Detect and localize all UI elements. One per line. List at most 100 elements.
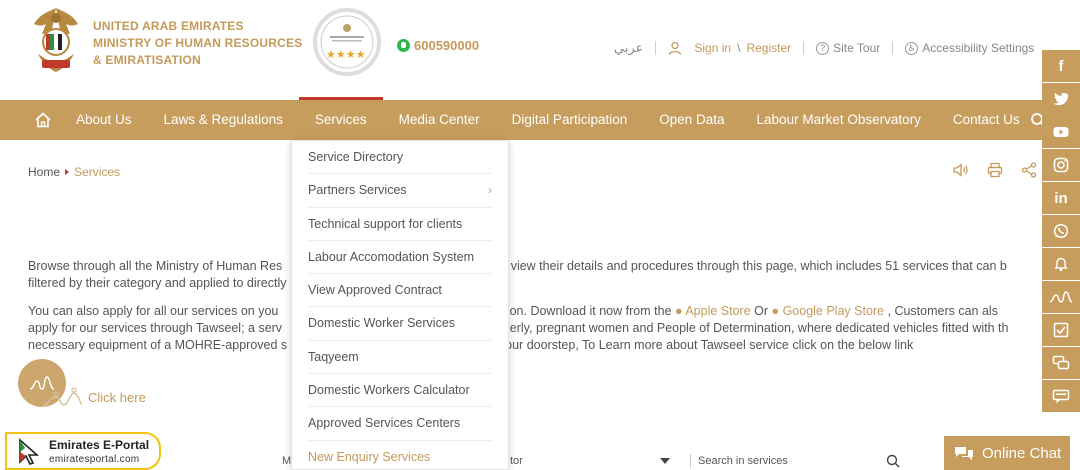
nav-contact-us[interactable]: Contact Us — [937, 100, 1036, 140]
google-play-link[interactable]: Google Play Store — [783, 304, 884, 318]
text-fragment: ation. Download it now from the — [496, 304, 672, 318]
services-search-input[interactable]: Search in services — [698, 455, 788, 467]
intro-paragraph: Browse through all the Ministry of Human… — [28, 258, 1048, 292]
whatsapp-phone[interactable]: 600590000 — [397, 38, 479, 53]
menu-item-new-enquiry-services[interactable]: New Enquiry Services — [308, 441, 492, 470]
chat-bubbles-icon — [955, 447, 973, 460]
site-tour-link[interactable]: Site Tour — [833, 41, 880, 55]
uae-emblem-logo[interactable] — [28, 4, 84, 76]
svg-text:★★★★: ★★★★ — [326, 48, 366, 61]
bell-icon[interactable] — [1042, 248, 1080, 280]
top-links: عربي Sign in \ Register ? Site Tour ♿ Ac… — [614, 40, 1034, 56]
twitter-icon[interactable] — [1042, 83, 1080, 115]
text-fragment: lderly, pregnant women and People of Det… — [500, 321, 1009, 335]
intro-line-1: Browse through all the Ministry of Human… — [28, 258, 1048, 275]
stars-rating-logo: ★★★★ — [313, 8, 381, 76]
divider — [892, 41, 894, 55]
whatsapp-icon — [397, 39, 410, 52]
chevron-right-icon: › — [488, 183, 492, 198]
print-icon[interactable] — [987, 162, 1003, 178]
header: UNITED ARAB EMIRATES MINISTRY OF HUMAN R… — [0, 0, 1080, 100]
social-sidebar: f in — [1042, 50, 1080, 413]
breadcrumb-home[interactable]: Home — [28, 165, 60, 179]
apple-icon: ● — [674, 304, 683, 318]
youtube-icon[interactable] — [1042, 116, 1080, 148]
menu-item-labour-accomodation[interactable]: Labour Accomodation System — [308, 241, 492, 275]
apps-paragraph: You can also apply for all our services … — [28, 303, 1048, 354]
breadcrumb-arrow-icon — [65, 169, 70, 175]
menu-item-domestic-worker-services[interactable]: Domestic Worker Services — [308, 307, 492, 341]
linkedin-icon[interactable]: in — [1042, 182, 1080, 214]
apps-line-1: You can also apply for all our services … — [28, 303, 1048, 320]
divider — [690, 454, 691, 468]
divider — [655, 41, 657, 55]
click-here-link[interactable]: Click here — [88, 390, 146, 405]
speaker-icon[interactable] — [953, 163, 969, 177]
text-fragment: Browse through all the Ministry of Human… — [28, 259, 283, 273]
ministry-line-2: MINISTRY OF HUMAN RESOURCES — [93, 36, 303, 50]
nav-media-center[interactable]: Media Center — [383, 100, 496, 140]
whatsapp-share-icon[interactable] — [1042, 215, 1080, 247]
nav-digital-participation[interactable]: Digital Participation — [496, 100, 644, 140]
page-tools — [953, 162, 1037, 178]
menu-item-taqyeem[interactable]: Taqyeem — [308, 341, 492, 375]
register-link[interactable]: Register — [746, 41, 791, 55]
user-icon — [669, 41, 682, 55]
text-fragment: apply for our services through Tawseel; … — [28, 321, 283, 335]
slash-separator: \ — [737, 41, 741, 55]
phone-number: 600590000 — [414, 38, 480, 53]
text-fragment: d view their details and procedures thro… — [500, 259, 1007, 273]
nav-about-us[interactable]: About Us — [60, 100, 148, 140]
apps-line-3: necessary equipment of a MOHRE-approved … — [28, 337, 1048, 354]
caret-down-icon[interactable] — [660, 458, 670, 464]
home-nav-button[interactable] — [0, 100, 60, 140]
menu-item-domestic-workers-calculator[interactable]: Domestic Workers Calculator — [308, 374, 492, 408]
text-fragment: You can also apply for all our services … — [28, 304, 279, 318]
nav-labour-market-observatory[interactable]: Labour Market Observatory — [741, 100, 937, 140]
breadcrumb-current: Services — [74, 165, 121, 179]
accessibility-icon: ♿ — [905, 41, 919, 55]
apps-line-2: apply for our services through Tawseel; … — [28, 320, 1048, 337]
search-icon[interactable] — [886, 454, 900, 468]
text-fragment: necessary equipment of a MOHRE-approved … — [28, 338, 288, 352]
breadcrumb: Home Services — [28, 165, 120, 179]
home-icon — [35, 112, 51, 128]
hands-service-icon[interactable] — [1042, 281, 1080, 313]
menu-item-technical-support[interactable]: Technical support for clients — [308, 208, 492, 241]
accessibility-settings-link[interactable]: Accessibility Settings — [922, 41, 1034, 55]
apple-store-link[interactable]: Apple Store — [685, 304, 750, 318]
filter-select-fragment[interactable]: tor — [510, 455, 523, 467]
online-chat-button[interactable]: Online Chat — [944, 436, 1070, 470]
sign-in-link[interactable]: Sign in — [694, 41, 731, 55]
emirates-eportal-watermark: Emirates E-Portal emiratesportal.com — [5, 432, 161, 470]
nav-services[interactable]: Services — [298, 97, 383, 140]
menu-item-label: Partners Services — [308, 183, 407, 198]
brand-name: Emirates E-Portal — [49, 438, 150, 452]
share-icon[interactable] — [1021, 162, 1037, 178]
menu-item-approved-services-centers[interactable]: Approved Services Centers — [308, 407, 492, 441]
language-switch[interactable]: عربي — [614, 40, 643, 56]
filter-fragment: M — [282, 455, 292, 467]
tawseel-hands-icon — [41, 387, 83, 408]
comments-icon[interactable] — [1042, 347, 1080, 379]
menu-item-view-approved-contract[interactable]: View Approved Contract — [308, 274, 492, 308]
menu-item-partners-services[interactable]: Partners Services › — [308, 174, 492, 208]
menu-item-service-directory[interactable]: Service Directory — [308, 141, 492, 175]
online-chat-label: Online Chat — [982, 444, 1062, 462]
cursor-logo-icon — [19, 438, 40, 465]
checklist-icon[interactable] — [1042, 314, 1080, 346]
or-text: Or — [754, 304, 769, 318]
intro-line-2: filtered by their category and applied t… — [28, 276, 287, 290]
brand-url: emiratesportal.com — [49, 454, 140, 465]
feedback-icon[interactable] — [1042, 380, 1080, 412]
main-nav: About Us Laws & Regulations Services Med… — [0, 97, 1080, 140]
android-icon: ● — [771, 304, 780, 318]
nav-laws-regulations[interactable]: Laws & Regulations — [148, 100, 299, 140]
ministry-line-1: UNITED ARAB EMIRATES — [93, 19, 244, 33]
nav-open-data[interactable]: Open Data — [643, 100, 740, 140]
instagram-icon[interactable] — [1042, 149, 1080, 181]
text-fragment: , Customers can als — [887, 304, 998, 318]
facebook-icon[interactable]: f — [1042, 50, 1080, 82]
services-dropdown-menu: Service Directory Partners Services › Te… — [291, 140, 509, 470]
question-icon: ? — [816, 41, 830, 55]
